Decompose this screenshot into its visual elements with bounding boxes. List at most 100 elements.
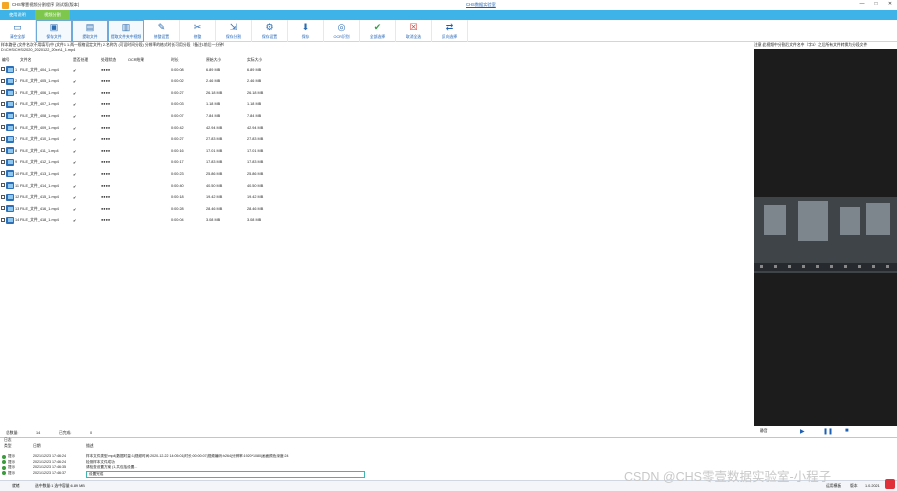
table-row[interactable]: FILE_文件_411_1.mp4 ✔ ●●●● 0:00:16 17.01 MB 17.… <box>0 145 752 157</box>
window-title: CHS零壹视频分割程序 测试版(版本) <box>12 2 80 7</box>
cell-dur: 0:00:18 <box>171 195 184 200</box>
folder-icon: ▥ <box>121 22 131 32</box>
ribbon-button-label: 提取文件 <box>82 34 98 39</box>
row-checkbox[interactable] <box>1 183 5 187</box>
cell-orig: 17.83 MB <box>206 160 223 165</box>
cell-real: 28.46 MB <box>247 206 264 211</box>
mute-label[interactable]: 静音 <box>760 429 768 434</box>
info-icon <box>2 465 6 470</box>
row-checkbox[interactable] <box>1 90 5 95</box>
log-row[interactable]: 提示 2021/12/23 17:46:24 样本文件类型:mp4|数据时量:1|视… <box>0 454 897 459</box>
log-col-desc[interactable]: 描述 <box>86 444 94 449</box>
tab-help[interactable]: 使用说明 <box>0 10 35 20</box>
tab-split[interactable]: 视频分割 <box>35 10 70 20</box>
row-checkbox[interactable] <box>1 171 5 176</box>
cell-orig: 2.46 MB <box>206 79 221 84</box>
col-no[interactable]: 编号 <box>2 58 10 63</box>
cell-status: ●●●● <box>101 148 111 153</box>
cell-done: ✔ <box>73 207 77 212</box>
play-icon[interactable]: ▶ <box>800 428 805 435</box>
cell-status: ●●●● <box>101 79 111 84</box>
row-checkbox[interactable] <box>1 159 5 164</box>
cell-done: ✔ <box>73 149 77 154</box>
col-orig-size[interactable]: 原始大小 <box>206 58 221 63</box>
status-ready: 就绪 <box>12 484 20 488</box>
row-checkbox[interactable] <box>1 78 5 83</box>
table-row[interactable]: FILE_文件_405_1.mp4 ✔ ●●●● 0:00:02 2.46 MB 2.46… <box>0 76 752 88</box>
maximize-button[interactable]: □ <box>872 1 880 7</box>
table-row[interactable]: FILE_文件_407_1.mp4 ✔ ●●●● 0:00:03 1.18 MB 1.18… <box>0 99 752 111</box>
ribbon-button-2[interactable]: ▤ 提取文件 <box>72 20 108 42</box>
cell-orig: 7.84 MB <box>206 113 221 118</box>
log-col-type[interactable]: 类型 <box>4 444 12 449</box>
pause-icon[interactable]: ❚❚ <box>823 428 833 435</box>
table-row[interactable]: FILE_文件_413_1.mp4 ✔ ●●●● 0:00:23 25.86 MB 25.… <box>0 168 752 180</box>
ribbon-button-5[interactable]: ✂ 修整 <box>180 20 216 42</box>
cell-no: 5 <box>15 113 18 118</box>
stop-icon[interactable]: ■ <box>845 428 849 434</box>
table-row[interactable]: FILE_文件_414_1.mp4 ✔ ●●●● 0:00:40 40.50 MB 40.… <box>0 180 752 192</box>
table-row[interactable]: FILE_文件_418_1.mp4 ✔ ●●●● 0:00:04 3.08 MB 3.08… <box>0 215 752 227</box>
col-real-size[interactable]: 实际大小 <box>247 58 262 63</box>
row-checkbox[interactable] <box>1 113 5 118</box>
ribbon-button-7[interactable]: ⚙ 保存设置 <box>252 20 288 42</box>
table-row[interactable]: FILE_文件_410_1.mp4 ✔ ●●●● 0:00:27 27.83 MB 27.… <box>0 134 752 146</box>
cell-orig: 19.42 MB <box>206 195 223 200</box>
cell-orig: 3.08 MB <box>206 218 221 223</box>
ribbon-button-0[interactable]: ▭ 清空全部 <box>0 20 36 42</box>
video-progress-bar[interactable] <box>754 263 897 271</box>
cell-name: FILE_文件_410_1.mp4 <box>20 137 59 142</box>
row-checkbox[interactable] <box>1 206 5 211</box>
row-checkbox[interactable] <box>1 148 5 153</box>
row-checkbox[interactable] <box>1 217 5 222</box>
col-duration[interactable]: 时长 <box>171 58 179 63</box>
log-type: 提示 <box>8 465 16 469</box>
ribbon-button-10[interactable]: ✔ 全部选择 <box>360 20 396 42</box>
cell-name: FILE_文件_407_1.mp4 <box>20 102 59 107</box>
cell-orig: 42.94 MB <box>206 125 223 130</box>
table-row[interactable]: FILE_文件_409_1.mp4 ✔ ●●●● 0:00:42 42.94 MB 42.… <box>0 122 752 134</box>
cell-dur: 0:00:17 <box>171 160 184 165</box>
row-checkbox[interactable] <box>1 67 5 71</box>
lab-link[interactable]: CHS数据实验室 <box>466 2 496 8</box>
col-ocr[interactable]: OCR结果 <box>128 58 144 63</box>
col-status[interactable]: 处理状态 <box>101 58 116 63</box>
table-row[interactable]: FILE_文件_406_1.mp4 ✔ ●●●● 0:00:27 26.18 MB 26.… <box>0 87 752 99</box>
cell-dur: 0:00:08 <box>171 67 184 72</box>
ribbon-button-6[interactable]: ⇲ 保存分割 <box>216 20 252 42</box>
ribbon-button-4[interactable]: ✎ 修整设置 <box>144 20 180 42</box>
table-row[interactable]: FILE_文件_408_1.mp4 ✔ ●●●● 0:00:07 7.84 MB 7.84… <box>0 110 752 122</box>
col-name[interactable]: 文件名 <box>20 58 31 63</box>
log-row[interactable]: 提示 2021/12/23 17:46:24 检测样本文件成功 <box>0 460 897 465</box>
cell-dur: 0:00:27 <box>171 90 184 95</box>
ribbon-button-11[interactable]: ☒ 取消全选 <box>396 20 432 42</box>
total-count: 14 <box>36 431 41 435</box>
ribbon-button-9[interactable]: ◎ OCR识别 <box>324 20 360 42</box>
settings-icon: ⚙ <box>265 22 274 32</box>
row-checkbox[interactable] <box>1 194 5 199</box>
close-button[interactable]: ✕ <box>886 1 894 7</box>
table-row[interactable]: FILE_文件_412_1.mp4 ✔ ●●●● 0:00:17 17.83 MB 17.… <box>0 157 752 169</box>
row-checkbox[interactable] <box>1 101 5 106</box>
ribbon-button-12[interactable]: ⇄ 反向选择 <box>432 20 468 42</box>
row-checkbox[interactable] <box>1 136 5 141</box>
minimize-button[interactable]: — <box>858 1 866 7</box>
table-row[interactable]: FILE_文件_404_1.mp4 ✔ ●●●● 0:00:08 6.89 MB 6.89… <box>0 64 752 76</box>
table-row[interactable]: FILE_文件_415_1.mp4 ✔ ●●●● 0:00:18 19.42 MB 19.… <box>0 192 752 204</box>
app-icon <box>2 1 9 9</box>
ribbon-button-1[interactable]: ▣ 保存文件 <box>36 20 72 42</box>
ribbon-button-label: 取消全选 <box>405 34 422 39</box>
ribbon-button-8[interactable]: ⬇ 保存 <box>288 20 324 42</box>
file-icon: ▤ <box>85 22 95 32</box>
col-done[interactable]: 是否处理 <box>73 58 88 63</box>
log-col-date[interactable]: 日期 <box>33 444 41 449</box>
video-file-icon <box>6 124 14 131</box>
log-date: 2021/12/23 17:46:37 <box>33 470 66 475</box>
cell-status: ●●●● <box>101 171 111 176</box>
cell-status: ●●●● <box>101 206 111 211</box>
table-row[interactable]: FILE_文件_416_1.mp4 ✔ ●●●● 0:00:28 28.46 MB 28.… <box>0 203 752 215</box>
scissors-icon: ✂ <box>193 22 202 32</box>
row-checkbox[interactable] <box>1 125 5 129</box>
tray-app-icon[interactable] <box>885 479 895 489</box>
ribbon-button-3[interactable]: ▥ 提取文件夹中视频 <box>108 20 144 42</box>
